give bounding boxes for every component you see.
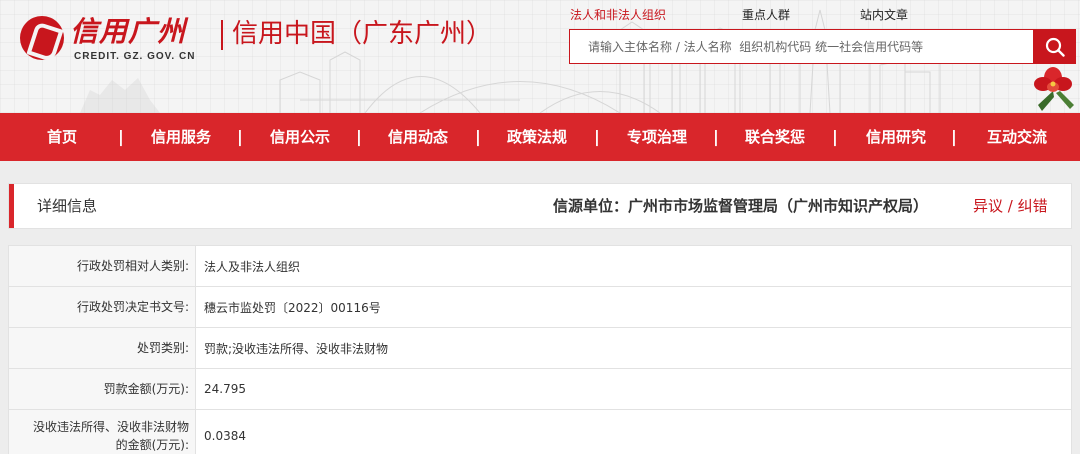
logo-divider [221,20,223,50]
nav-separator: | [713,127,719,146]
nav-item-special-governance[interactable]: 专项治理 [627,113,687,161]
detail-table: 行政处罚相对人类别: 法人及非法人组织 行政处罚决定书文号: 穗云市监处罚〔20… [8,245,1072,454]
logo-mark-icon [20,16,64,60]
search-box [569,29,1034,64]
top-link-site-articles[interactable]: 站内文章 [860,6,908,24]
search-icon [1045,37,1065,57]
panel-accent-bar [9,184,14,228]
row-value: 法人及非法人组织 [204,259,301,274]
site-title: 信用中国（广东广州） [232,19,493,49]
nav-separator: | [832,127,838,146]
nav-item-credit-news[interactable]: 信用动态 [388,113,448,161]
row-label: 行政处罚相对人类别: [9,246,196,286]
source-unit: 信源单位：广州市市场监督管理局（广州市知识产权局） [553,197,929,215]
main-nav: 首页 | 信用服务 | 信用公示 | 信用动态 | 政策法规 | 专项治理 | … [0,113,1080,161]
row-value: 罚款;没收违法所得、没收非法财物 [204,341,389,356]
row-label: 处罚类别: [9,328,196,368]
nav-item-credit-disclosure[interactable]: 信用公示 [270,113,330,161]
nav-item-credit-services[interactable]: 信用服务 [151,113,211,161]
nav-item-policies[interactable]: 政策法规 [507,113,567,161]
table-row: 行政处罚决定书文号: 穗云市监处罚〔2022〕00116号 [8,287,1072,328]
row-label-line-1: 没收违法所得、没收非法财物 [32,419,189,434]
nav-separator: | [237,127,243,146]
detail-panel-header: 详细信息 信源单位：广州市市场监督管理局（广州市知识产权局） 异议 / 纠错 [8,183,1072,229]
nav-separator: | [594,127,600,146]
nav-separator: | [951,127,957,146]
nav-item-credit-research[interactable]: 信用研究 [866,113,926,161]
top-link-key-groups[interactable]: 重点人群 [742,6,790,24]
table-row: 行政处罚相对人类别: 法人及非法人组织 [8,246,1072,287]
row-value: 0.0384 [204,428,246,443]
top-link-legal-persons[interactable]: 法人和非法人组织 [570,6,666,24]
nav-separator: | [475,127,481,146]
kapok-flower-icon [1034,67,1074,111]
logo-text-cn: 信用广州 [70,15,187,48]
row-label: 没收违法所得、没收非法财物 的金额(万元): [9,410,196,454]
row-label-line-2: 的金额(万元): [115,437,189,452]
nav-item-joint-rewards-penalties[interactable]: 联合奖惩 [745,113,805,161]
search-input[interactable] [570,30,1033,63]
table-row: 没收违法所得、没收非法财物 的金额(万元): 0.0384 [8,410,1072,454]
nav-item-interaction[interactable]: 互动交流 [987,113,1047,161]
nav-separator: | [118,127,124,146]
row-value: 24.795 [204,382,246,396]
panel-title: 详细信息 [37,197,98,215]
table-row: 罚款金额(万元): 24.795 [8,369,1072,410]
dispute-correction-link[interactable]: 异议 / 纠错 [973,184,1048,228]
row-value: 穗云市监处罚〔2022〕00116号 [204,300,381,315]
nav-item-home[interactable]: 首页 [47,113,77,161]
nav-separator: | [356,127,362,146]
logo-text-en: CREDIT. GZ. GOV. CN [74,51,196,62]
search-button[interactable] [1034,29,1076,64]
site-header: 信用广州 CREDIT. GZ. GOV. CN 信用中国（广东广州） 法人和非… [0,0,1080,113]
row-label: 罚款金额(万元): [9,369,196,409]
table-row: 处罚类别: 罚款;没收违法所得、没收非法财物 [8,328,1072,369]
row-label: 行政处罚决定书文号: [9,287,196,327]
